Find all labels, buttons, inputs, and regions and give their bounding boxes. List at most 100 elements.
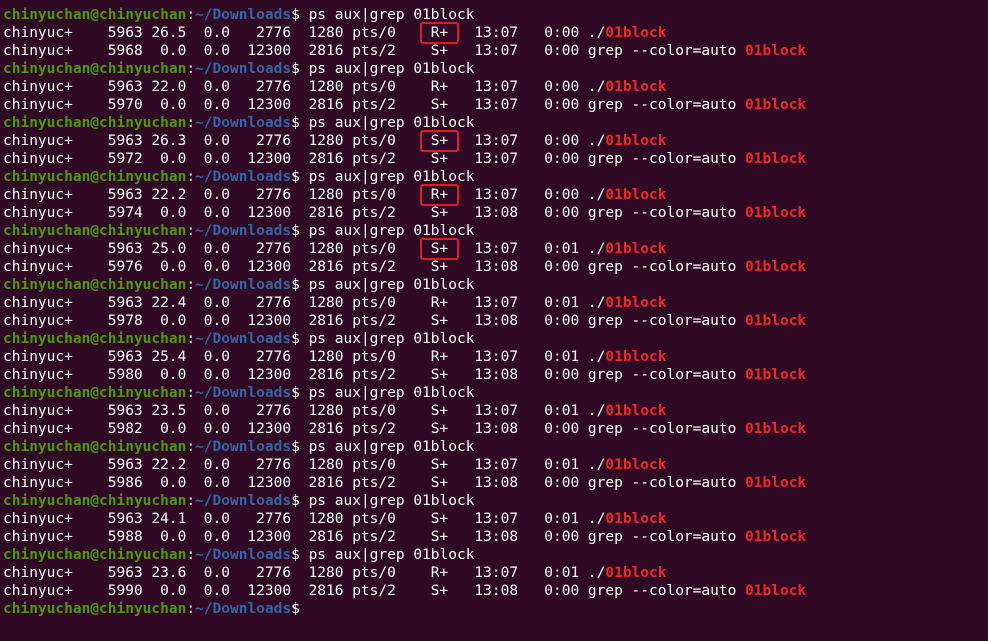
grep-fields: chinyuc+ 5968 0.0 0.0 12300 2816 pts/2 <box>3 43 431 59</box>
grep-match-highlight: 01block <box>605 511 667 527</box>
prompt-path: ~/Downloads <box>195 223 292 239</box>
grep-stat: S+ <box>430 583 449 599</box>
process-fields: chinyuc+ 5963 26.5 0.0 2776 1280 pts/0 <box>3 25 431 41</box>
grep-stat: S+ <box>430 367 449 383</box>
prompt-colon: : <box>186 277 196 293</box>
command-text: ps aux|grep 01block <box>308 493 475 509</box>
prompt-path: ~/Downloads <box>195 331 292 347</box>
prompt-dollar: $ <box>291 61 309 77</box>
process-fields: chinyuc+ 5963 25.4 0.0 2776 1280 pts/0 <box>3 349 431 365</box>
command-text: ps aux|grep 01block <box>308 331 475 347</box>
prompt-user-host: chinyuchan@chinyuchan <box>3 439 187 455</box>
prompt-user-host: chinyuchan@chinyuchan <box>3 547 187 563</box>
command-text: ps aux|grep 01block <box>308 61 475 77</box>
prompt-colon: : <box>186 61 196 77</box>
grep-fields: chinyuc+ 5970 0.0 0.0 12300 2816 pts/2 <box>3 97 431 113</box>
process-line: chinyuc+ 5963 25.4 0.0 2776 1280 pts/0 R… <box>3 348 666 366</box>
prompt-colon: : <box>186 439 196 455</box>
process-line: chinyuc+ 5963 22.0 0.0 2776 1280 pts/0 R… <box>3 78 666 96</box>
grep-stat: S+ <box>430 97 449 113</box>
process-stat: R+ <box>430 79 449 95</box>
terminal-output[interactable]: chinyuchan@chinyuchan:~/Downloads$ ps au… <box>0 0 988 641</box>
prompt-dollar: $ <box>291 493 309 509</box>
prompt-colon: : <box>186 115 196 131</box>
process-time-cmd: 13:07 0:00 ./ <box>448 79 606 95</box>
grep-time-cmd: 13:08 0:00 grep --color=auto <box>448 529 746 545</box>
grep-line: chinyuc+ 5972 0.0 0.0 12300 2816 pts/2 S… <box>3 150 806 168</box>
prompt-user-host: chinyuchan@chinyuchan <box>3 115 187 131</box>
process-stat: R+ <box>430 25 449 41</box>
process-stat: S+ <box>430 457 449 473</box>
grep-stat: S+ <box>430 421 449 437</box>
prompt-line: chinyuchan@chinyuchan:~/Downloads$ ps au… <box>3 6 474 24</box>
prompt-line: chinyuchan@chinyuchan:~/Downloads$ ps au… <box>3 330 474 348</box>
prompt-line: chinyuchan@chinyuchan:~/Downloads$ ps au… <box>3 60 474 78</box>
prompt-user-host: chinyuchan@chinyuchan <box>3 331 187 347</box>
process-fields: chinyuc+ 5963 22.0 0.0 2776 1280 pts/0 <box>3 79 431 95</box>
grep-match-highlight: 01block <box>745 205 807 221</box>
prompt-path: ~/Downloads <box>195 439 292 455</box>
grep-match-highlight: 01block <box>605 241 667 257</box>
process-time-cmd: 13:07 0:00 ./ <box>448 187 606 203</box>
prompt-line: chinyuchan@chinyuchan:~/Downloads$ ps au… <box>3 438 474 456</box>
grep-time-cmd: 13:08 0:00 grep --color=auto <box>448 205 746 221</box>
grep-match-highlight: 01block <box>605 187 667 203</box>
grep-time-cmd: 13:07 0:00 grep --color=auto <box>448 43 746 59</box>
process-fields: chinyuc+ 5963 26.3 0.0 2776 1280 pts/0 <box>3 133 431 149</box>
grep-match-highlight: 01block <box>605 565 667 581</box>
grep-fields: chinyuc+ 5974 0.0 0.0 12300 2816 pts/2 <box>3 205 431 221</box>
prompt-line: chinyuchan@chinyuchan:~/Downloads$ ps au… <box>3 492 474 510</box>
grep-match-highlight: 01block <box>745 529 807 545</box>
process-stat: S+ <box>430 403 449 419</box>
process-fields: chinyuc+ 5963 22.4 0.0 2776 1280 pts/0 <box>3 295 431 311</box>
grep-line: chinyuc+ 5978 0.0 0.0 12300 2816 pts/2 S… <box>3 312 806 330</box>
process-stat: S+ <box>430 241 449 257</box>
process-line: chinyuc+ 5963 26.5 0.0 2776 1280 pts/0 R… <box>3 24 666 42</box>
process-time-cmd: 13:07 0:01 ./ <box>448 349 606 365</box>
command-text: ps aux|grep 01block <box>308 385 475 401</box>
grep-time-cmd: 13:08 0:00 grep --color=auto <box>448 421 746 437</box>
grep-match-highlight: 01block <box>605 79 667 95</box>
process-time-cmd: 13:07 0:01 ./ <box>448 511 606 527</box>
grep-line: chinyuc+ 5986 0.0 0.0 12300 2816 pts/2 S… <box>3 474 806 492</box>
prompt-user-host: chinyuchan@chinyuchan <box>3 493 187 509</box>
prompt-dollar: $ <box>291 601 309 617</box>
grep-match-highlight: 01block <box>745 421 807 437</box>
prompt-colon: : <box>186 385 196 401</box>
process-line: chinyuc+ 5963 24.1 0.0 2776 1280 pts/0 S… <box>3 510 666 528</box>
grep-fields: chinyuc+ 5978 0.0 0.0 12300 2816 pts/2 <box>3 313 431 329</box>
prompt-path: ~/Downloads <box>195 493 292 509</box>
grep-time-cmd: 13:08 0:00 grep --color=auto <box>448 313 746 329</box>
grep-stat: S+ <box>430 529 449 545</box>
grep-time-cmd: 13:08 0:00 grep --color=auto <box>448 259 746 275</box>
process-line: chinyuc+ 5963 25.0 0.0 2776 1280 pts/0 S… <box>3 240 666 258</box>
grep-fields: chinyuc+ 5980 0.0 0.0 12300 2816 pts/2 <box>3 367 431 383</box>
grep-time-cmd: 13:07 0:00 grep --color=auto <box>448 97 746 113</box>
grep-fields: chinyuc+ 5976 0.0 0.0 12300 2816 pts/2 <box>3 259 431 275</box>
prompt-path: ~/Downloads <box>195 169 292 185</box>
process-fields: chinyuc+ 5963 23.5 0.0 2776 1280 pts/0 <box>3 403 431 419</box>
process-fields: chinyuc+ 5963 22.2 0.0 2776 1280 pts/0 <box>3 457 431 473</box>
grep-stat: S+ <box>430 151 449 167</box>
prompt-dollar: $ <box>291 385 309 401</box>
grep-stat: S+ <box>430 43 449 59</box>
prompt-user-host: chinyuchan@chinyuchan <box>3 61 187 77</box>
command-text: ps aux|grep 01block <box>308 223 475 239</box>
grep-line: chinyuc+ 5974 0.0 0.0 12300 2816 pts/2 S… <box>3 204 806 222</box>
prompt-path: ~/Downloads <box>195 115 292 131</box>
prompt-path: ~/Downloads <box>195 277 292 293</box>
prompt-user-host: chinyuchan@chinyuchan <box>3 169 187 185</box>
prompt-dollar: $ <box>291 223 309 239</box>
grep-line: chinyuc+ 5968 0.0 0.0 12300 2816 pts/2 S… <box>3 42 806 60</box>
grep-time-cmd: 13:08 0:00 grep --color=auto <box>448 583 746 599</box>
prompt-user-host: chinyuchan@chinyuchan <box>3 385 187 401</box>
grep-match-highlight: 01block <box>605 457 667 473</box>
process-stat: S+ <box>430 511 449 527</box>
prompt-colon: : <box>186 493 196 509</box>
grep-fields: chinyuc+ 5988 0.0 0.0 12300 2816 pts/2 <box>3 529 431 545</box>
grep-fields: chinyuc+ 5986 0.0 0.0 12300 2816 pts/2 <box>3 475 431 491</box>
prompt-user-host: chinyuchan@chinyuchan <box>3 223 187 239</box>
process-stat: R+ <box>430 295 449 311</box>
grep-time-cmd: 13:07 0:00 grep --color=auto <box>448 151 746 167</box>
prompt-line: chinyuchan@chinyuchan:~/Downloads$ ps au… <box>3 114 474 132</box>
